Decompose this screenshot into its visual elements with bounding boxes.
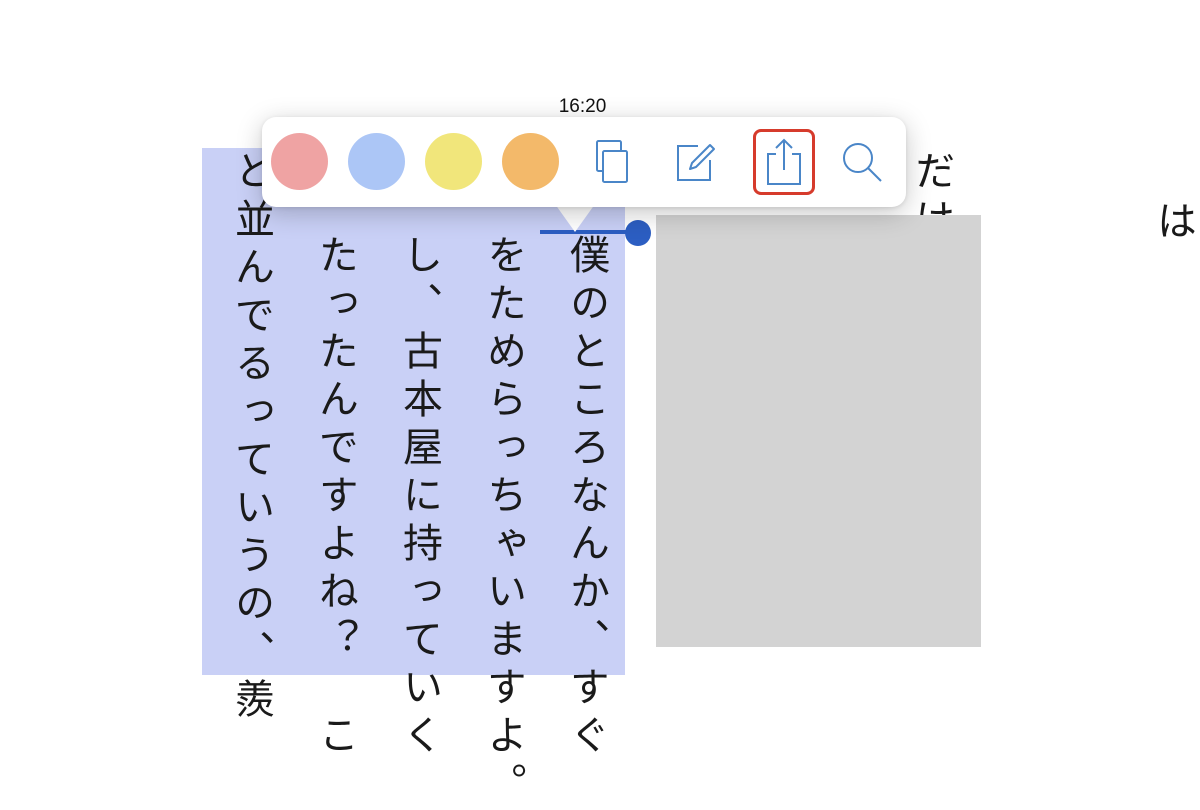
note-button[interactable] bbox=[664, 129, 726, 195]
share-button[interactable] bbox=[753, 129, 815, 195]
copy-icon bbox=[596, 140, 628, 183]
text-column-2: をためらっちゃいますよ。 bbox=[480, 234, 526, 810]
text-column-5: と並んでるっていうの、羨 bbox=[228, 150, 274, 726]
note-edit-icon bbox=[677, 144, 715, 181]
copy-button[interactable] bbox=[580, 129, 642, 195]
search-icon bbox=[843, 143, 882, 182]
highlight-red-swatch[interactable] bbox=[271, 133, 328, 190]
text-column-3: し、古本屋に持っていく bbox=[396, 234, 442, 762]
reader-page: 僕のところなんか、すぐ をためらっちゃいますよ。 し、古本屋に持っていく たった… bbox=[0, 0, 1200, 810]
selection-context-menu bbox=[262, 117, 906, 207]
text-column-4: たったんですよね？ こ bbox=[312, 234, 358, 762]
text-column-1: 僕のところなんか、すぐ bbox=[563, 234, 609, 762]
highlight-yellow-swatch[interactable] bbox=[425, 133, 482, 190]
highlight-orange-swatch[interactable] bbox=[502, 133, 559, 190]
highlight-blue-swatch[interactable] bbox=[348, 133, 405, 190]
search-button[interactable] bbox=[831, 129, 893, 195]
selection-handle[interactable] bbox=[625, 220, 651, 246]
text-column-7: は bbox=[1150, 200, 1196, 248]
share-icon bbox=[767, 138, 801, 185]
redacted-region bbox=[656, 215, 981, 647]
